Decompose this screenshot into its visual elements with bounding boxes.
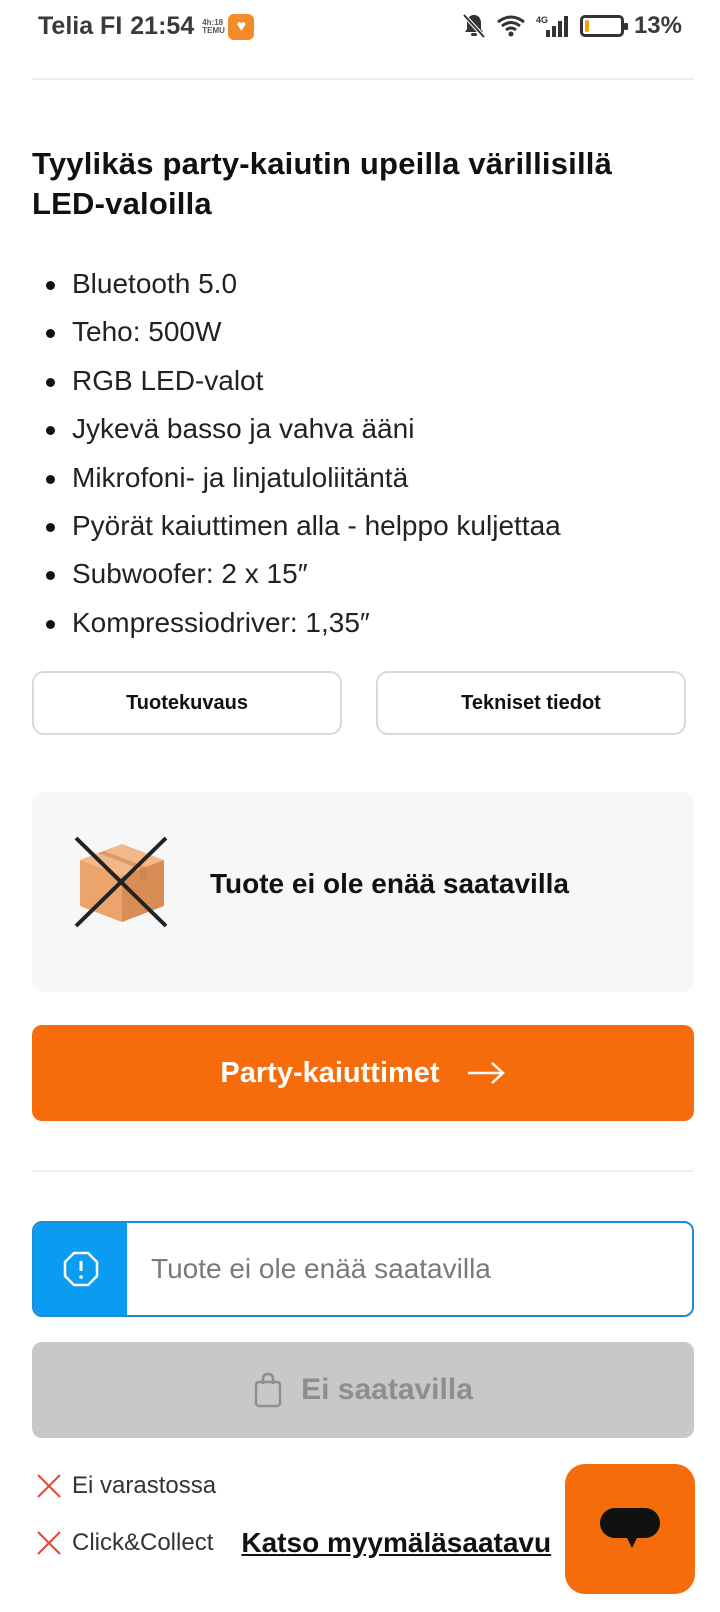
notice-icon-box xyxy=(34,1223,127,1315)
header-divider xyxy=(32,78,694,80)
shopping-bag-icon xyxy=(254,1372,282,1408)
click-collect-row: Click&Collect Katso myymäläsaatavu xyxy=(36,1527,551,1559)
unavailable-box-icon xyxy=(74,836,168,928)
wifi-icon xyxy=(497,15,525,37)
battery-level-fill xyxy=(584,20,589,32)
feature-list: Bluetooth 5.0 Teho: 500W RGB LED-valot J… xyxy=(42,260,561,647)
stock-status-row: Ei varastossa xyxy=(36,1472,216,1500)
category-link-button[interactable]: Party-kaiuttimet xyxy=(32,1025,694,1121)
alert-octagon-icon xyxy=(63,1251,98,1287)
feature-item: Subwoofer: 2 x 15″ xyxy=(42,550,561,598)
close-x-icon xyxy=(37,1531,61,1555)
signal-icon: 4G xyxy=(536,15,568,37)
feature-item: Pyörät kaiuttimen alla - helppo kuljetta… xyxy=(42,502,561,550)
chat-bubble-icon xyxy=(600,1508,660,1548)
clock: 21:54 xyxy=(130,12,195,40)
feature-item: Bluetooth 5.0 xyxy=(42,260,561,308)
feature-item: Kompressiodriver: 1,35″ xyxy=(42,599,561,647)
click-collect-label: Click&Collect xyxy=(72,1529,214,1556)
carrier-label: Telia FI xyxy=(38,12,123,40)
feature-item: Teho: 500W xyxy=(42,308,561,356)
unavailable-card: Tuote ei ole enää saatavilla xyxy=(32,792,694,992)
status-bar: Telia FI 21:54 4h:18 TEMU ♥ 4G 13% xyxy=(0,0,720,56)
status-left: Telia FI 21:54 4h:18 TEMU ♥ xyxy=(38,12,255,41)
section-divider xyxy=(32,1170,694,1172)
technical-specs-button[interactable]: Tekniset tiedot xyxy=(376,671,686,735)
feature-item: Jykevä basso ja vahva ääni xyxy=(42,405,561,453)
add-to-cart-button[interactable]: Ei saatavilla xyxy=(32,1342,694,1438)
chat-button[interactable] xyxy=(565,1464,695,1594)
close-x-icon xyxy=(37,1474,61,1498)
battery-percent: 13% xyxy=(633,12,682,39)
status-right: 4G 13% xyxy=(462,12,682,40)
battery-icon xyxy=(579,15,628,37)
buy-button-label: Ei saatavilla xyxy=(301,1373,473,1406)
mute-bell-icon xyxy=(462,13,486,39)
product-title: Tyylikäs party-kaiutin upeilla värillisi… xyxy=(32,146,613,221)
availability-notice: Tuote ei ole enää saatavilla xyxy=(32,1221,694,1317)
network-type-label: 4G xyxy=(536,15,548,25)
unavailable-message: Tuote ei ole enää saatavilla xyxy=(210,868,569,899)
arrow-right-icon xyxy=(467,1062,505,1084)
app-notification-icon: ♥ xyxy=(228,13,255,40)
stock-status-label: Ei varastossa xyxy=(72,1472,217,1499)
feature-item: Mikrofoni- ja linjatuloliitäntä xyxy=(42,454,561,502)
product-description-button[interactable]: Tuotekuvaus xyxy=(32,671,342,735)
category-button-label: Party-kaiuttimet xyxy=(220,1056,440,1089)
notice-text: Tuote ei ole enää saatavilla xyxy=(151,1253,491,1284)
feature-item: RGB LED-valot xyxy=(42,357,561,405)
mini-app-label: 4h:18 TEMU xyxy=(202,17,225,35)
store-availability-link[interactable]: Katso myymäläsaatavu xyxy=(241,1527,551,1559)
